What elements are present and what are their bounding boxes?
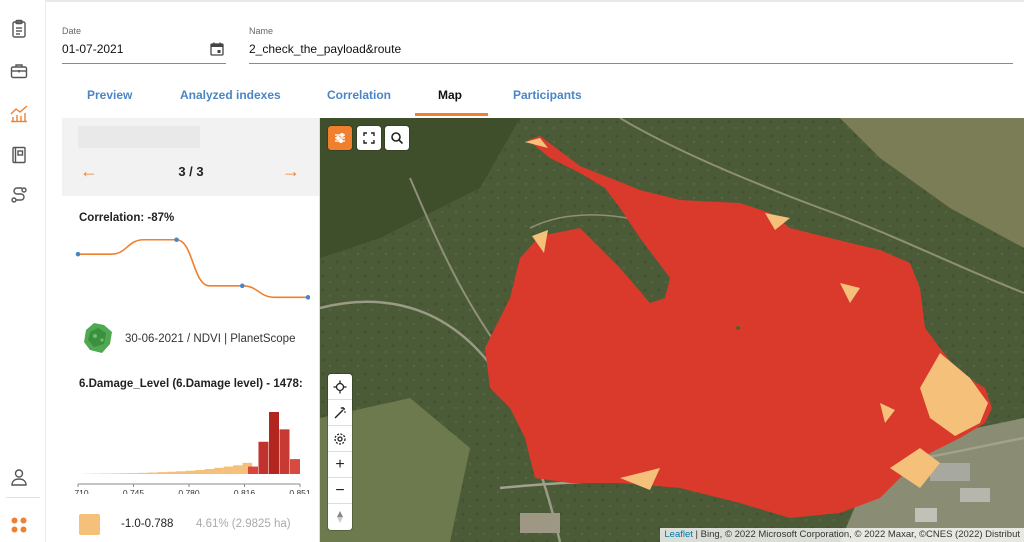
- histogram-bar-low: [138, 472, 149, 474]
- search-icon: [391, 132, 404, 145]
- name-field[interactable]: Name 2_check_the_payload&route: [249, 26, 1013, 64]
- histogram-bar-low: [157, 472, 168, 474]
- histogram-bar-low: [195, 469, 205, 474]
- correlation-point: [305, 295, 310, 300]
- attribution-text: | Bing, © 2022 Microsoft Corporation, © …: [692, 529, 1020, 540]
- histogram-tick-label: 0.710: [72, 488, 89, 494]
- correlation-point: [174, 237, 179, 243]
- map-layers-button[interactable]: [328, 126, 352, 150]
- source-layer-text: 30-06-2021 / NDVI | PlanetScope: [125, 333, 296, 345]
- legend-range: -1.0-0.788: [121, 518, 174, 530]
- damage-level-title: 6.Damage_Level (6.Damage level) - 1478:: [79, 378, 303, 390]
- histogram-bar-high: [279, 429, 290, 474]
- tab-correlation[interactable]: Correlation: [327, 88, 391, 102]
- clipboard-icon[interactable]: [8, 18, 30, 40]
- route-icon[interactable]: [8, 184, 30, 206]
- map-tools-stack: + −: [328, 374, 352, 530]
- histogram-bar-low: [129, 473, 139, 474]
- tab-map[interactable]: Map: [438, 88, 462, 102]
- histogram-bar-high: [269, 412, 279, 474]
- tab-preview[interactable]: Preview: [87, 88, 132, 102]
- name-field-underline: [249, 63, 1013, 64]
- crosshair-icon: [333, 380, 347, 393]
- histogram-tick-label: 0.851: [289, 488, 311, 494]
- compass-icon: [337, 511, 343, 523]
- fullscreen-button[interactable]: [357, 126, 381, 150]
- panel-header: ← 3 / 3 →: [62, 118, 319, 196]
- user-profile-icon[interactable]: [8, 466, 30, 488]
- satellite-map[interactable]: + − Leaflet | Bing, © 2022 Microsoft Cor…: [320, 118, 1024, 542]
- next-arrow-icon[interactable]: →: [282, 162, 300, 180]
- briefcase-icon[interactable]: [8, 60, 30, 82]
- wand-icon: [334, 406, 346, 418]
- histogram-bar-low: [110, 473, 120, 474]
- app-root: Date 01-07-2021 Name 2_check_the_payload…: [0, 0, 1024, 542]
- histogram-tick-label: 0.816: [234, 488, 256, 494]
- analytics-chart-icon[interactable]: [8, 102, 30, 124]
- top-border: [0, 0, 1024, 2]
- field-thumbnail-icon: [84, 323, 112, 353]
- tab-analyzed-indexes[interactable]: Analyzed indexes: [180, 88, 281, 102]
- fullscreen-icon: [363, 132, 375, 144]
- sliders-icon: [335, 133, 345, 143]
- date-field-underline: [62, 63, 226, 64]
- leaflet-link[interactable]: Leaflet: [664, 529, 693, 540]
- report-book-icon[interactable]: [8, 144, 30, 166]
- tab-participants[interactable]: Participants: [513, 88, 582, 102]
- correlation-sparkline: [75, 237, 310, 300]
- correlation-point: [75, 251, 81, 257]
- zoom-in-button[interactable]: +: [328, 452, 352, 478]
- correlation-line: [78, 238, 308, 299]
- map-attribution: Leaflet | Bing, © 2022 Microsoft Corpora…: [660, 528, 1024, 542]
- settings-button[interactable]: [328, 426, 352, 452]
- rail-divider: [6, 497, 40, 498]
- histogram-bar-low: [233, 465, 243, 474]
- histogram-bar-low: [204, 469, 215, 474]
- map-search-button[interactable]: [385, 126, 409, 150]
- map-imagery: [320, 118, 1024, 542]
- left-rail: [0, 0, 46, 542]
- date-label: Date: [62, 26, 82, 36]
- histogram-tick-label: 0.745: [123, 488, 145, 494]
- histogram-bar-high: [290, 459, 300, 474]
- damage-histogram: 0.710 0.745 0.780 0.816 0.851: [72, 412, 311, 494]
- histogram-tick-label: 0.780: [178, 488, 200, 494]
- calendar-icon[interactable]: [210, 42, 224, 56]
- histogram-bar-low: [176, 471, 187, 474]
- date-value[interactable]: 01-07-2021: [62, 42, 226, 56]
- results-panel: ← 3 / 3 → Correlation: -87% 30-06-2021 /…: [62, 118, 320, 542]
- histogram-bar-high: [248, 466, 258, 474]
- gear-icon: [334, 432, 346, 445]
- zoom-out-button[interactable]: −: [328, 478, 352, 504]
- histogram-bar-low: [148, 472, 158, 474]
- histogram-bar-low: [185, 470, 196, 474]
- histogram-bar-high: [258, 441, 269, 474]
- loading-placeholder: [78, 126, 200, 148]
- histogram-bar-low: [119, 473, 130, 474]
- correlation-label: Correlation: -87%: [79, 212, 175, 224]
- compass-button[interactable]: [328, 504, 352, 530]
- legend-percentage: 4.61% (2.9825 ha): [196, 518, 291, 530]
- date-field[interactable]: Date 01-07-2021: [62, 26, 226, 64]
- name-label: Name: [249, 26, 274, 36]
- histogram-bar-low: [167, 471, 177, 474]
- locate-button[interactable]: [328, 374, 352, 400]
- histogram-bar-low: [214, 467, 224, 474]
- active-tab-indicator: [415, 113, 488, 116]
- histogram-bar-low: [223, 466, 234, 474]
- correlation-point: [239, 283, 245, 289]
- apps-grid-icon[interactable]: [8, 514, 30, 536]
- name-value[interactable]: 2_check_the_payload&route: [249, 42, 1013, 56]
- legend-swatch: [79, 514, 100, 535]
- draw-button[interactable]: [328, 400, 352, 426]
